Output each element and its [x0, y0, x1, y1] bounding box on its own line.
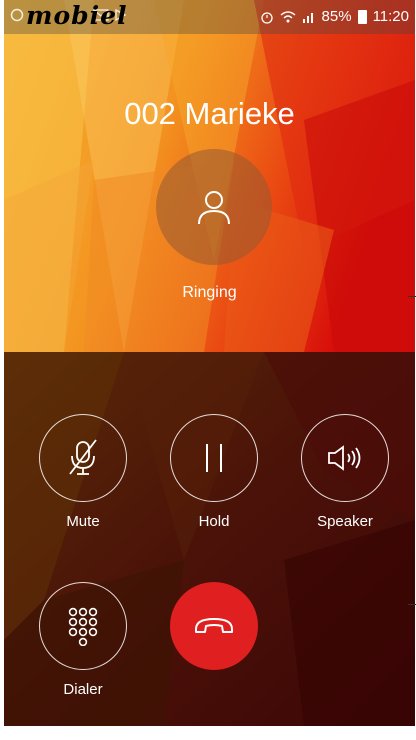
- end-call-button[interactable]: [170, 582, 258, 670]
- dialpad-icon: [68, 607, 98, 646]
- hold-button[interactable]: [170, 414, 258, 502]
- battery-icon: [357, 9, 367, 24]
- caller-avatar: [156, 149, 272, 265]
- speaker-icon: [328, 445, 361, 471]
- wifi-icon: [280, 10, 295, 22]
- status-bar: mobiel 85% 11:20: [4, 0, 415, 34]
- person-icon: [198, 191, 230, 225]
- edge-marker: [408, 604, 416, 605]
- dialer-label: Dialer: [63, 681, 103, 698]
- battery-percent: 85%: [321, 8, 352, 25]
- pause-icon: [206, 444, 222, 472]
- speaker-button[interactable]: [301, 414, 389, 502]
- system-icons: 85% 11:20: [260, 8, 409, 25]
- call-screen: mobiel 85% 11:20 002 Marieke Ringing Mut…: [4, 0, 415, 726]
- speaker-label: Speaker: [317, 513, 373, 530]
- mute-button[interactable]: [39, 414, 127, 502]
- whatsapp-icon: [10, 8, 24, 22]
- edge-marker: [408, 296, 416, 297]
- call-status: Ringing: [182, 284, 237, 301]
- end-call-icon: [195, 618, 233, 633]
- mic-off-icon: [69, 439, 97, 475]
- signal-icon: [302, 12, 313, 23]
- clock: 11:20: [372, 8, 409, 25]
- dialer-button[interactable]: [39, 582, 127, 670]
- alarm-icon: [260, 11, 273, 24]
- mute-label: Mute: [66, 513, 100, 530]
- hold-label: Hold: [198, 513, 230, 530]
- carrier-label: mobiel: [26, 1, 128, 30]
- caller-name: 002 Marieke: [124, 96, 295, 131]
